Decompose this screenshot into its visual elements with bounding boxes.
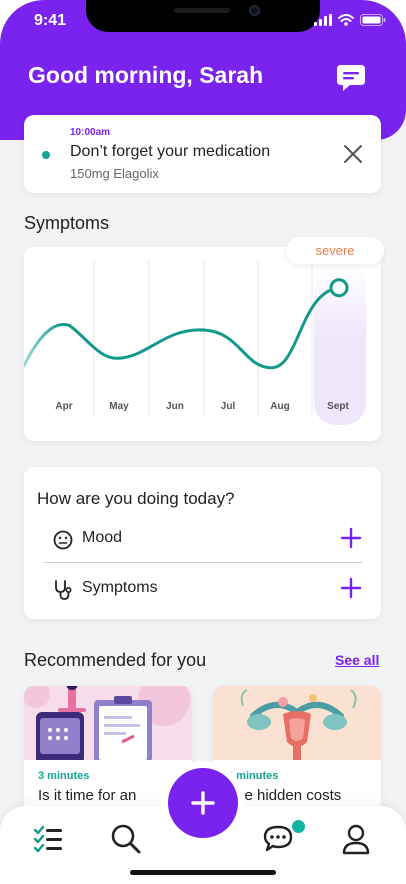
severity-badge: severe [286,237,384,264]
x-axis-tick-label: Jun [166,401,184,412]
symptom-series-line [24,286,341,370]
app-screen: 9:41 Good morning, Sarah 10:00am Don’t f… [0,0,406,884]
unread-badge [292,820,305,833]
add-entry-button[interactable] [168,768,238,838]
checkin-title: How are you doing today? [37,489,235,508]
signal-icon [314,14,332,26]
x-axis-tick-label: Aug [270,401,289,412]
wifi-icon [338,14,354,26]
x-axis-tick-label: Apr [55,401,72,412]
symptoms-chart-card[interactable]: Apr May Jun Jul Aug Sept [24,247,381,441]
camera-notch [86,0,320,32]
greeting-heading: Good morning, Sarah [28,62,264,88]
x-axis-tick-label: May [109,401,129,412]
stethoscope-icon [55,580,72,600]
status-bar: 9:41 [0,0,406,46]
see-all-link[interactable]: See all [335,652,379,668]
chat-button[interactable] [336,64,366,92]
status-time: 9:41 [34,12,67,29]
article-title: The hidden costs [227,787,342,804]
article-title: Is it time for an [38,787,137,804]
chat-bubble-icon [337,65,365,91]
article-thumbnail [213,686,381,760]
search-icon [111,824,141,854]
profile-icon [342,824,370,855]
medication-reminder-card[interactable]: 10:00am Don’t forget your medication 150… [24,115,381,193]
neutral-face-icon [53,530,73,550]
article-thumbnail [24,686,192,760]
reminder-title: Don’t forget your medication [70,143,271,160]
tab-profile[interactable] [339,822,373,856]
symptoms-label: Symptoms [82,579,158,596]
tab-search[interactable] [109,822,143,856]
x-axis-tick-label: Jul [221,401,236,412]
daily-checkin-card: How are you doing today? Mood Symptoms [24,467,381,619]
recommended-section-title: Recommended for you [24,650,207,670]
reminder-indicator-dot [42,151,50,159]
mood-row[interactable]: Mood [44,519,362,559]
status-icons [314,14,386,26]
tab-tasks[interactable] [31,822,65,856]
home-indicator [130,870,276,875]
article-read-time: 3 minutes [38,770,90,782]
article-card[interactable]: 3 minutes The hidden costs [213,686,381,826]
symptoms-section-title: Symptoms [24,213,110,233]
reminder-subtitle: 150mg Elagolix [70,166,159,181]
tab-messages[interactable] [262,822,296,856]
front-camera [249,5,260,16]
add-mood-icon[interactable] [340,527,362,549]
mood-label: Mood [82,529,123,546]
close-icon [344,145,362,163]
dismiss-reminder-button[interactable] [342,143,364,165]
plus-icon [191,791,215,815]
checklist-icon [33,825,62,853]
battery-icon [360,14,386,26]
chat-dots-icon [263,825,293,852]
symptoms-row[interactable]: Symptoms [44,569,362,609]
speaker-grille [174,8,230,13]
latest-severity-point[interactable] [329,278,349,298]
add-symptom-icon[interactable] [340,577,362,599]
row-divider [44,562,362,563]
reminder-time: 10:00am [70,127,111,138]
x-axis-tick-label: Sept [327,401,349,412]
symptoms-chart: Apr May Jun Jul Aug Sept [24,261,366,425]
article-card[interactable]: 3 minutes Is it time for an [24,686,192,826]
